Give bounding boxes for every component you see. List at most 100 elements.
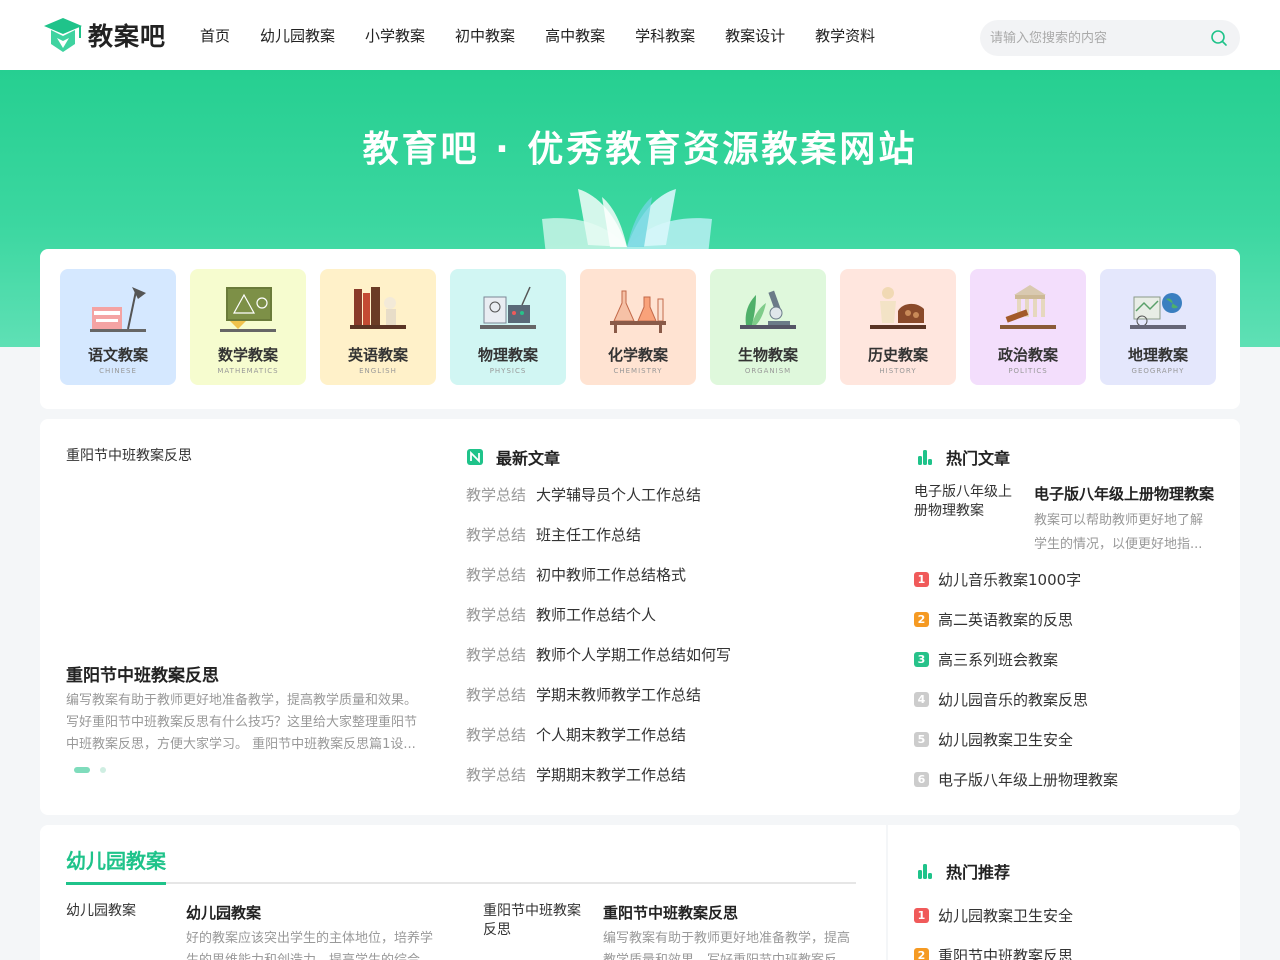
rank-number: 2: [914, 947, 929, 960]
rank-title[interactable]: 幼儿园教案卫生安全: [938, 905, 1073, 926]
category-geography[interactable]: 地理教案 GEOGRAPHY: [1100, 269, 1216, 385]
category-name: 语文教案: [87, 346, 148, 364]
card-image[interactable]: 幼儿园教案: [66, 902, 176, 921]
item-title[interactable]: 班主任工作总结: [536, 526, 641, 544]
featured-image[interactable]: 重阳节中班教案反思: [66, 445, 192, 465]
item-category[interactable]: 教学总结: [466, 726, 526, 744]
item-category[interactable]: 教学总结: [466, 646, 526, 664]
item-title[interactable]: 教师工作总结个人: [536, 606, 656, 624]
kindergarten-card[interactable]: 幼儿园教案 幼儿园教案 好的教案应该突出学生的主体地位，培养学生的思维能力和创造…: [66, 902, 446, 960]
kindergarten-title[interactable]: 幼儿园教案: [66, 845, 166, 874]
category-chinese[interactable]: 语文教案 CHINESE: [60, 269, 176, 385]
category-chemistry[interactable]: 化学教案 CHEMISTRY: [580, 269, 696, 385]
category-name: 生物教案: [737, 346, 798, 364]
rank-title[interactable]: 高三系列班会教案: [938, 649, 1058, 670]
category-english[interactable]: 英语教案 ENGLISH: [320, 269, 436, 385]
rank-item[interactable]: 3 高三系列班会教案: [914, 639, 1224, 679]
item-category[interactable]: 教学总结: [466, 566, 526, 584]
rank-title[interactable]: 电子版八年级上册物理教案: [938, 769, 1118, 790]
logo-text: 教案吧: [88, 22, 167, 51]
category-history[interactable]: 历史教案 HISTORY: [840, 269, 956, 385]
list-item[interactable]: 教学总结 学期末教师教学工作总结: [466, 675, 866, 715]
rank-item[interactable]: 1 幼儿音乐教案1000字: [914, 559, 1224, 599]
rank-number: 4: [914, 691, 929, 707]
item-title[interactable]: 教师个人学期工作总结如何写: [536, 646, 731, 664]
rank-title[interactable]: 重阳节中班教案反思: [938, 945, 1073, 960]
category-politics[interactable]: 政治教案 POLITICS: [970, 269, 1086, 385]
rank-number: 5: [914, 731, 929, 747]
rank-item[interactable]: 5 幼儿园教案卫生安全: [914, 719, 1224, 759]
category-en: CHEMISTRY: [613, 367, 663, 375]
card-title[interactable]: 重阳节中班教案反思: [603, 902, 738, 923]
rank-title[interactable]: 幼儿园教案卫生安全: [938, 729, 1073, 750]
hot-top-image[interactable]: 电子版八年级上册物理教案: [914, 483, 1024, 521]
open-book-icon: [542, 189, 712, 255]
nav-kindergarten[interactable]: 幼儿园教案: [260, 25, 335, 46]
item-title[interactable]: 大学辅导员个人工作总结: [536, 486, 701, 504]
nav-home[interactable]: 首页: [200, 25, 230, 46]
card-image[interactable]: 重阳节中班教案反思: [483, 902, 593, 940]
graduation-cap-icon: [44, 18, 82, 52]
list-item[interactable]: 教学总结 学期期末教学工作总结: [466, 755, 866, 795]
nav-lesson-design[interactable]: 教案设计: [725, 25, 785, 46]
rank-number: 6: [914, 771, 929, 787]
item-title[interactable]: 学期末教师教学工作总结: [536, 686, 701, 704]
kindergarten-card[interactable]: 重阳节中班教案反思 重阳节中班教案反思 编写教案有助于教师更好地准备教学，提高教…: [483, 902, 863, 960]
rank-number: 1: [914, 571, 929, 587]
item-category[interactable]: 教学总结: [466, 766, 526, 784]
carousel-dot-2[interactable]: [100, 767, 106, 773]
header: 教案吧 首页 幼儿园教案 小学教案 初中教案 高中教案 学科教案 教案设计 教学…: [0, 0, 1280, 70]
list-item[interactable]: 教学总结 教师个人学期工作总结如何写: [466, 635, 866, 675]
category-name: 数学教案: [217, 346, 278, 364]
category-en: MATHEMATICS: [217, 367, 279, 375]
item-category[interactable]: 教学总结: [466, 606, 526, 624]
rank-title[interactable]: 高二英语教案的反思: [938, 609, 1073, 630]
category-name: 历史教案: [867, 346, 928, 364]
search-icon[interactable]: [1210, 29, 1228, 47]
hot-top-desc: 教案可以帮助教师更好地了解学生的情况，以便更好地指...: [1034, 513, 1204, 552]
nav-primary[interactable]: 小学教案: [365, 25, 425, 46]
category-en: POLITICS: [1008, 367, 1048, 375]
rank-item[interactable]: 2 高二英语教案的反思: [914, 599, 1224, 639]
rank-number: 1: [914, 907, 929, 923]
nav-materials[interactable]: 教学资料: [815, 25, 875, 46]
item-category[interactable]: 教学总结: [466, 686, 526, 704]
card-title[interactable]: 幼儿园教案: [186, 902, 261, 923]
list-item[interactable]: 教学总结 初中教师工作总结格式: [466, 555, 866, 595]
news-icon: [467, 449, 483, 465]
category-name: 化学教案: [607, 346, 668, 364]
list-item[interactable]: 教学总结 大学辅导员个人工作总结: [466, 475, 866, 515]
hot-top-article[interactable]: 电子版八年级上册物理教案 电子版八年级上册物理教案 教案可以帮助教师更好地了解学…: [914, 483, 1224, 563]
rank-item[interactable]: 1 幼儿园教案卫生安全: [914, 895, 1224, 935]
category-physics[interactable]: 物理教案 PHYSICS: [450, 269, 566, 385]
rank-item[interactable]: 4 幼儿园音乐的教案反思: [914, 679, 1224, 719]
item-title[interactable]: 初中教师工作总结格式: [536, 566, 686, 584]
nav-junior-high[interactable]: 初中教案: [455, 25, 515, 46]
rank-item[interactable]: 6 电子版八年级上册物理教案: [914, 759, 1224, 799]
rank-item[interactable]: 2 重阳节中班教案反思: [914, 935, 1224, 960]
category-biology[interactable]: 生物教案 ORGANISM: [710, 269, 826, 385]
category-name: 物理教案: [477, 346, 538, 364]
rank-title[interactable]: 幼儿音乐教案1000字: [938, 569, 1081, 590]
hot-top-title[interactable]: 电子版八年级上册物理教案: [1034, 483, 1224, 504]
category-math[interactable]: 数学教案 MATHEMATICS: [190, 269, 306, 385]
rank-number: 2: [914, 611, 929, 627]
rank-number: 3: [914, 651, 929, 667]
item-title[interactable]: 学期期末教学工作总结: [536, 766, 686, 784]
list-item[interactable]: 教学总结 班主任工作总结: [466, 515, 866, 555]
rank-title[interactable]: 幼儿园音乐的教案反思: [938, 689, 1088, 710]
item-category[interactable]: 教学总结: [466, 486, 526, 504]
list-item[interactable]: 教学总结 个人期末教学工作总结: [466, 715, 866, 755]
carousel-dot-1[interactable]: [74, 767, 90, 773]
latest-header: 最新文章: [466, 445, 560, 469]
logo[interactable]: 教案吧: [42, 14, 166, 56]
hot-header: 热门文章: [916, 445, 1010, 469]
item-title[interactable]: 个人期末教学工作总结: [536, 726, 686, 744]
search-input[interactable]: [990, 20, 1200, 56]
bar-chart-icon: [918, 450, 932, 465]
list-item[interactable]: 教学总结 教师工作总结个人: [466, 595, 866, 635]
featured-title[interactable]: 重阳节中班教案反思: [66, 661, 219, 686]
nav-senior-high[interactable]: 高中教案: [545, 25, 605, 46]
item-category[interactable]: 教学总结: [466, 526, 526, 544]
nav-subjects[interactable]: 学科教案: [635, 25, 695, 46]
